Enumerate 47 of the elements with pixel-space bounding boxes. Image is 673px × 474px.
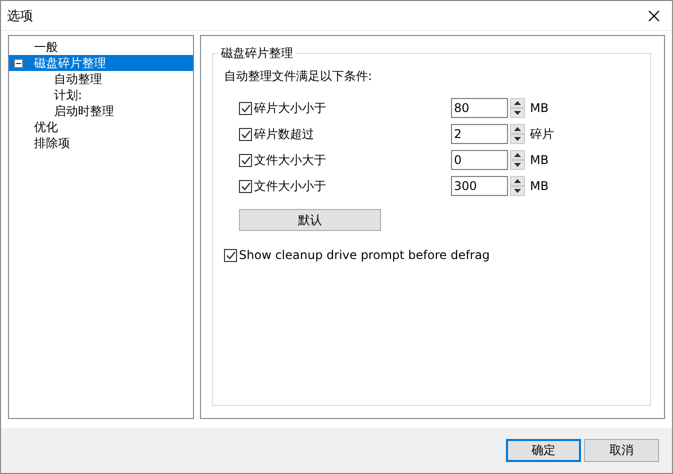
tree-item[interactable]: 计划: — [9, 87, 193, 103]
down-arrow-icon — [514, 137, 521, 141]
checkbox[interactable] — [239, 180, 252, 192]
window-title: 选项 — [7, 8, 33, 24]
spin-up-button[interactable] — [510, 98, 525, 108]
unit-label: MB — [530, 179, 549, 193]
checkbox[interactable] — [239, 128, 252, 140]
number-field[interactable]: 300 — [451, 176, 508, 196]
spin-up-button[interactable] — [510, 150, 525, 160]
number-field[interactable]: 2 — [451, 124, 508, 144]
spin-up-button[interactable] — [510, 176, 525, 186]
tree-item[interactable]: 优化 — [9, 119, 193, 135]
tree-item[interactable]: 一般 — [9, 39, 193, 55]
tree-item[interactable]: 自动整理 — [9, 71, 193, 87]
unit-label: 碎片 — [530, 126, 554, 142]
spin-up-button[interactable] — [510, 124, 525, 134]
tree-item[interactable]: 磁盘碎片整理 — [9, 55, 193, 71]
conditions-label: 自动整理文件满足以下条件: — [224, 68, 374, 85]
spin-down-button[interactable] — [510, 186, 525, 196]
up-arrow-icon — [514, 153, 521, 157]
default-button[interactable]: 默认 — [239, 209, 381, 231]
checkbox-label: 碎片数超过 — [254, 126, 314, 142]
down-arrow-icon — [514, 189, 521, 193]
checkbox-label: 文件大小小于 — [254, 178, 326, 194]
checkbox-label: Show cleanup drive prompt before defrag — [239, 248, 490, 262]
checkbox[interactable] — [239, 154, 252, 166]
up-arrow-icon — [514, 101, 521, 105]
number-field[interactable]: 80 — [451, 98, 508, 118]
checkbox[interactable] — [239, 102, 252, 114]
dialog-button[interactable]: 取消 — [584, 439, 659, 462]
dialog-button[interactable]: 确定 — [506, 439, 581, 462]
checkbox-label: 文件大小大于 — [254, 152, 326, 168]
unit-label: MB — [530, 153, 549, 167]
checkbox[interactable] — [224, 248, 237, 262]
tree-item[interactable]: 启动时整理 — [9, 103, 193, 119]
collapse-icon[interactable] — [14, 58, 23, 68]
up-arrow-icon — [514, 127, 521, 131]
checkbox-label: 碎片大小小于 — [254, 100, 326, 116]
down-arrow-icon — [514, 163, 521, 167]
number-field[interactable]: 0 — [451, 150, 508, 170]
spin-down-button[interactable] — [510, 134, 525, 144]
spin-down-button[interactable] — [510, 160, 525, 170]
spin-down-button[interactable] — [510, 108, 525, 118]
down-arrow-icon — [514, 111, 521, 115]
tree-item[interactable]: 排除项 — [9, 135, 193, 151]
up-arrow-icon — [514, 179, 521, 183]
unit-label: MB — [530, 101, 549, 115]
